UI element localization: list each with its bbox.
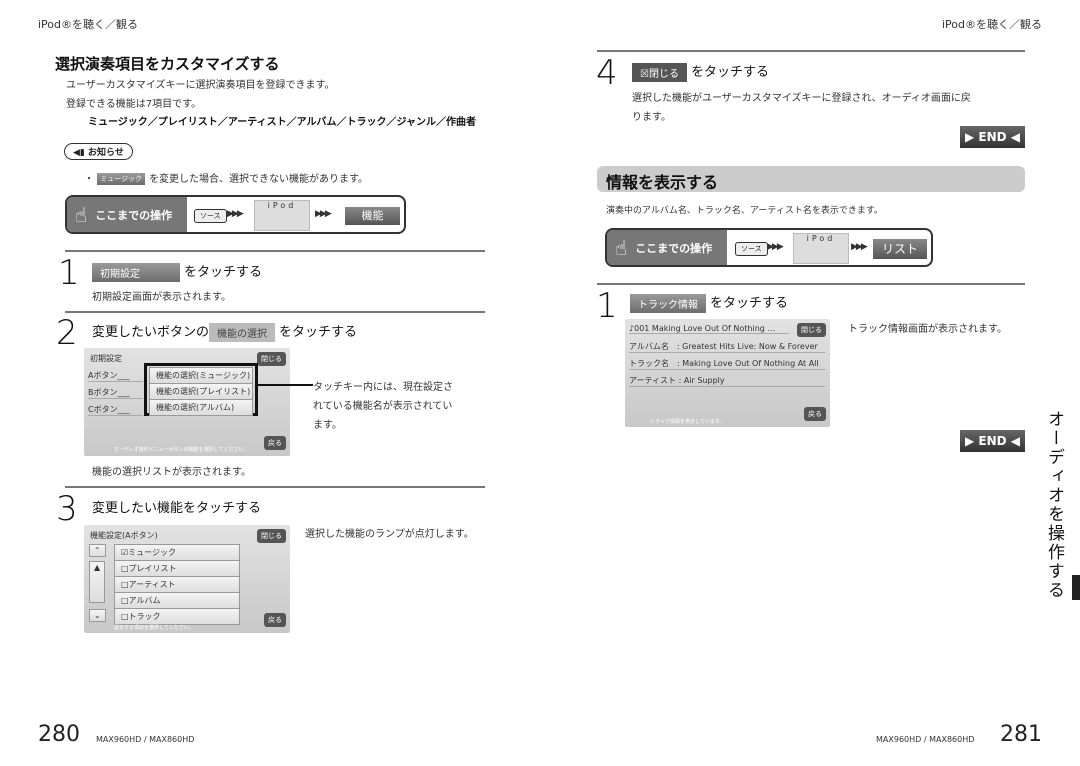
step-desc: トラック情報画面が表示されます。 xyxy=(848,324,1007,335)
section-title: 情報を表示する xyxy=(606,173,719,192)
back-button[interactable]: 戻る xyxy=(264,436,286,450)
callout: タッチキー内には、現在設定さ れている機能名が表示されてい ます。 xyxy=(313,382,453,431)
page-down-icon[interactable]: ⌄ xyxy=(89,609,106,622)
scroll-up-icon[interactable]: ▲ xyxy=(89,561,106,603)
close-chip: ☒閉じる xyxy=(632,63,687,82)
arrow-icon: ▶▶▶ xyxy=(767,242,784,252)
artist-row: アーティスト : Air Supply xyxy=(629,375,825,387)
function-item[interactable]: □プレイリスト xyxy=(114,560,240,577)
function-button-a[interactable]: 機能の選択(ミュージック) xyxy=(149,367,253,384)
model-name: MAX960HD / MAX860HD xyxy=(876,735,975,744)
arrow-icon: ▶▶▶ xyxy=(227,209,244,219)
notice-label: お知らせ xyxy=(88,148,124,158)
side-tab-marker xyxy=(1072,575,1080,600)
intro-text: 登録できる機能は7項目です。 xyxy=(66,99,202,110)
step-desc: 選択した機能がユーザーカスタマイズキーに登録され、オーディオ画面に戻 xyxy=(632,93,971,104)
notice-item: ・ ミュージック を変更した場合、選択できない機能があります。 xyxy=(84,173,369,185)
music-chip: ミュージック xyxy=(97,173,146,185)
end-marker: ▶ END ◀ xyxy=(960,430,1025,452)
screen-title: 機能設定(Aボタン) xyxy=(90,531,158,540)
operation-label: ☝ ここまでの操作 xyxy=(67,197,187,232)
screen-hint: オーディオ操作メニューボタンの機能を選択してください。 xyxy=(114,447,249,453)
back-button[interactable]: 戻る xyxy=(804,407,826,421)
now-playing-row: ♪001 Making Love Out Of Nothing … xyxy=(629,324,789,334)
button-row-label: Bボタン___ xyxy=(88,387,143,399)
operation-path: ☝ ここまでの操作 ソース ▶▶▶ iPod ▶▶▶ 機能 xyxy=(65,195,406,234)
initial-settings-screen: 初期設定 閉じる Aボタン___ Bボタン___ Cボタン___ 機能の選択(ミ… xyxy=(84,348,290,456)
step-desc: ります。 xyxy=(632,112,671,123)
button-row-label: Aボタン___ xyxy=(88,370,143,382)
close-button[interactable]: 閉じる xyxy=(797,323,826,337)
function-item[interactable]: □トラック xyxy=(114,608,240,625)
step2-instruction: 変更したいボタンの 機能の選択 をタッチする xyxy=(92,323,358,342)
arrow-icon: ▶▶▶ xyxy=(851,242,868,252)
speaker-icon: ◀▮ xyxy=(73,148,89,158)
page-number: 281 xyxy=(1000,722,1042,747)
function-key: 機能 xyxy=(345,207,400,225)
close-button[interactable]: 閉じる xyxy=(257,352,286,366)
arrow-icon: ▶▶▶ xyxy=(315,209,332,219)
function-list: ミュージック／プレイリスト／アーティスト／アルバム／トラック／ジャンル／作曲者 xyxy=(88,117,476,128)
intro-text: 演奏中のアルバム名、トラック名、アーティスト名を表示できます。 xyxy=(606,206,883,216)
function-select-chip: 機能の選択 xyxy=(209,323,276,342)
header-right: iPod®を聴く／観る xyxy=(942,18,1043,31)
initial-settings-chip: 初期設定 xyxy=(92,263,180,282)
step-number: 3 xyxy=(56,489,78,529)
notice-badge: ◀▮ お知らせ xyxy=(64,143,133,160)
list-key: リスト xyxy=(873,239,927,259)
section-title: 選択演奏項目をカスタマイズする xyxy=(55,55,280,73)
close-button[interactable]: 閉じる xyxy=(257,529,286,543)
hand-icon: ☝ xyxy=(615,235,628,260)
ipod-key: iPod xyxy=(254,200,310,231)
step-desc: 初期設定画面が表示されます。 xyxy=(92,292,231,303)
ipod-key: iPod xyxy=(793,233,849,264)
step4-instruction: ☒閉じる をタッチする xyxy=(632,61,769,82)
step-desc: 選択した機能のランプが点灯します。 xyxy=(305,529,474,540)
page-up-icon[interactable]: ⌃ xyxy=(89,544,106,557)
step3-instruction: 変更したい機能をタッチする xyxy=(92,501,262,516)
intro-text: ユーザーカスタマイズキーに選択演奏項目を登録できます。 xyxy=(66,80,335,91)
step-number: 1 xyxy=(58,253,80,293)
header-left: iPod®を聴く／観る xyxy=(38,18,139,31)
function-button-c[interactable]: 機能の選択(アルバム) xyxy=(149,399,253,416)
step-number: 4 xyxy=(596,53,618,93)
track-info-chip: トラック情報 xyxy=(630,294,706,313)
step-number: 1 xyxy=(596,286,618,326)
step-number: 2 xyxy=(56,313,78,353)
function-button-b[interactable]: 機能の選択(プレイリスト) xyxy=(149,383,253,400)
function-item[interactable]: □アーティスト xyxy=(114,576,240,593)
track-row: トラック名 : Making Love Out Of Nothing At Al… xyxy=(629,358,825,370)
button-row-label: Cボタン___ xyxy=(88,404,143,416)
function-item[interactable]: ☑ミュージック xyxy=(114,544,240,561)
hand-icon: ☝ xyxy=(75,202,88,227)
screen-title: 初期設定 xyxy=(90,354,122,363)
back-button[interactable]: 戻る xyxy=(264,613,286,627)
step-desc: 機能の選択リストが表示されます。 xyxy=(92,467,251,478)
album-row: アルバム名 : Greatest Hits Live: Now & Foreve… xyxy=(629,341,825,353)
step1-instruction: 初期設定 をタッチする xyxy=(92,261,262,282)
page-number: 280 xyxy=(38,722,80,747)
screen-hint: 設定する項目を選択してください。 xyxy=(114,625,194,631)
track-info-screen: ♪001 Making Love Out Of Nothing … 閉じる アル… xyxy=(625,319,830,427)
end-marker: ▶ END ◀ xyxy=(960,126,1025,148)
screen-hint: トラック情報を表示しています。 xyxy=(650,419,725,425)
operation-path: ☝ ここまでの操作 ソース ▶▶▶ iPod ▶▶▶ リスト xyxy=(605,228,933,267)
function-settings-screen: 機能設定(Aボタン) 閉じる ⌃ ▲ ⌄ ☑ミュージック □プレイリスト □アー… xyxy=(84,525,290,633)
source-key: ソース xyxy=(735,242,768,256)
function-item[interactable]: □アルバム xyxy=(114,592,240,609)
side-tab-label: オーディオを操作する xyxy=(1044,410,1064,600)
source-key: ソース xyxy=(194,209,227,223)
notice-text: を変更した場合、選択できない機能があります。 xyxy=(149,174,369,185)
model-name: MAX960HD / MAX860HD xyxy=(96,735,195,744)
operation-label: ☝ ここまでの操作 xyxy=(607,230,727,265)
step1-instruction: トラック情報 をタッチする xyxy=(630,292,788,313)
